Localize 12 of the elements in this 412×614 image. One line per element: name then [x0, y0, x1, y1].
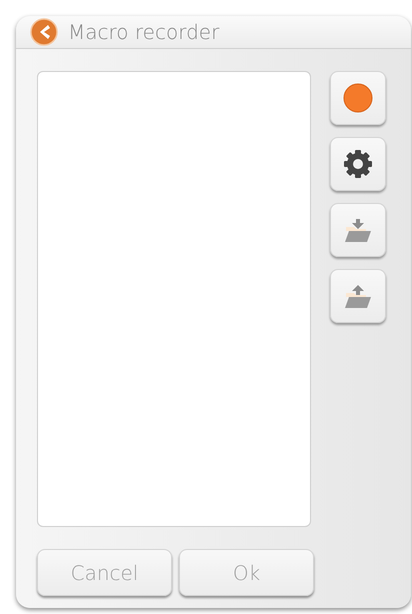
cancel-button[interactable]: Cancel [37, 549, 172, 596]
export-button[interactable] [330, 269, 386, 323]
settings-button[interactable] [330, 137, 386, 191]
logo-icon [30, 18, 58, 46]
record-icon [343, 83, 373, 113]
record-button[interactable] [330, 71, 386, 125]
window-title: Macro recorder [68, 20, 220, 44]
import-button[interactable] [330, 203, 386, 257]
folder-download-icon [344, 217, 372, 243]
folder-upload-icon [344, 283, 372, 309]
settings-icon [343, 149, 373, 179]
ok-button[interactable]: Ok [179, 549, 314, 596]
